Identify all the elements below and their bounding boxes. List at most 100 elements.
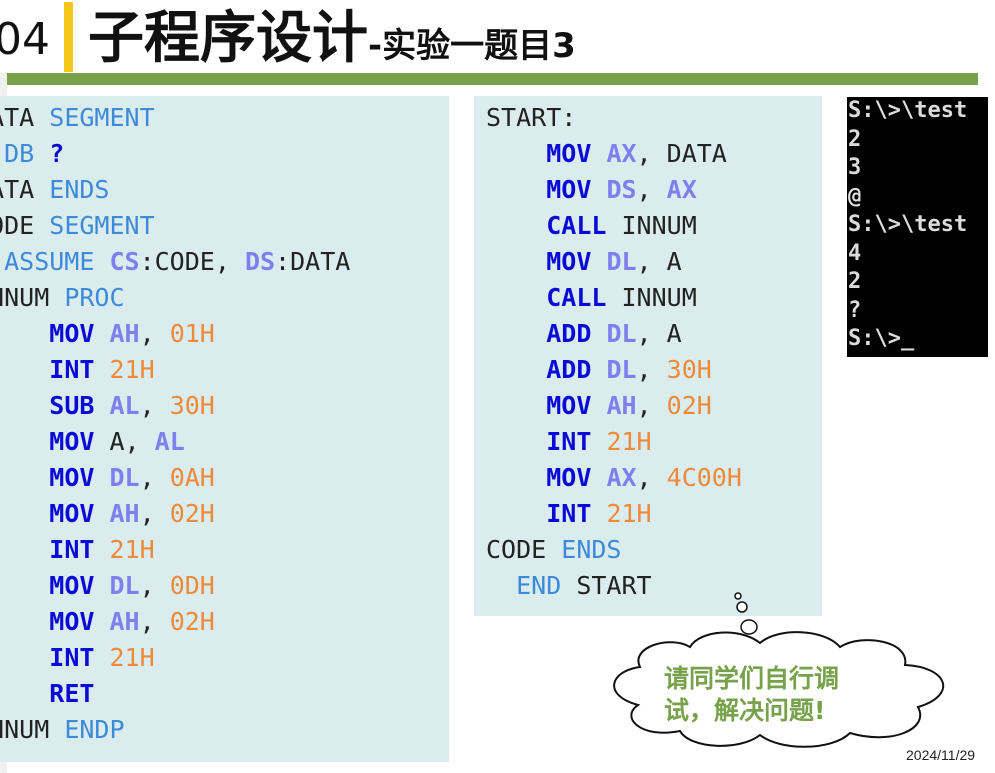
code-token: DL bbox=[109, 463, 140, 492]
code-token: AL bbox=[109, 391, 140, 420]
code-token: , bbox=[636, 391, 667, 420]
code-token: INNUM bbox=[621, 283, 697, 312]
code-token: MOV bbox=[546, 139, 607, 168]
code-token: MOV bbox=[49, 463, 110, 492]
code-token: CALL bbox=[546, 283, 622, 312]
code-token: MOV bbox=[49, 571, 110, 600]
code-line: MOV DL, 0DH bbox=[0, 568, 350, 604]
code-line: MOV DS, AX bbox=[486, 172, 742, 208]
terminal-line: 3 bbox=[848, 155, 862, 180]
code-token: MOV bbox=[49, 319, 110, 348]
code-line: INNUM PROC bbox=[0, 280, 350, 316]
code-token: INT bbox=[49, 643, 110, 672]
code-panel-left: DATA SEGMENTA DB ?DATA ENDSCODE SEGMENT … bbox=[0, 96, 449, 762]
code-token: , bbox=[139, 571, 170, 600]
code-token: :CODE, bbox=[139, 247, 245, 276]
code-token: , A bbox=[636, 319, 682, 348]
code-token: , bbox=[139, 499, 170, 528]
code-token: MOV bbox=[49, 499, 110, 528]
code-token: 02H bbox=[169, 499, 215, 528]
code-panel-right: START: MOV AX, DATA MOV DS, AX CALL INNU… bbox=[474, 96, 822, 616]
code-token: AH bbox=[109, 499, 140, 528]
code-line: MOV AH, 02H bbox=[0, 604, 350, 640]
code-token: DL bbox=[606, 319, 637, 348]
code-line: ADD DL, A bbox=[486, 316, 742, 352]
code-token: 21H bbox=[606, 499, 652, 528]
code-line: MOV AH, 02H bbox=[0, 496, 350, 532]
code-line: INT 21H bbox=[486, 496, 742, 532]
code-line: MOV AH, 02H bbox=[486, 388, 742, 424]
code-token: 02H bbox=[666, 391, 712, 420]
terminal-line: 2 bbox=[848, 269, 862, 294]
code-token: DS bbox=[244, 247, 276, 276]
title-subtitle: -实验一题目3 bbox=[368, 26, 576, 66]
terminal-output: S:\>\test 2 3 @ S:\>\test 4 2? S:\>_ bbox=[847, 97, 988, 357]
code-token: ADD bbox=[546, 355, 607, 384]
code-token: 01H bbox=[169, 319, 215, 348]
code-line: CALL INNUM bbox=[486, 280, 742, 316]
code-token: INNUM bbox=[0, 715, 50, 744]
code-token: ENDP bbox=[64, 715, 125, 744]
code-token: END bbox=[516, 571, 577, 600]
code-token: AX bbox=[606, 139, 637, 168]
code-token: DATA bbox=[0, 103, 35, 132]
code-token: ADD bbox=[546, 319, 607, 348]
code-token: ? bbox=[49, 139, 65, 168]
code-token: ENDS bbox=[561, 535, 622, 564]
code-token: , bbox=[139, 607, 170, 636]
code-token: PROC bbox=[64, 283, 125, 312]
code-line: ASSUME CS:CODE, DS:DATA bbox=[0, 244, 350, 280]
code-token: AH bbox=[109, 607, 140, 636]
code-line: INT 21H bbox=[486, 424, 742, 460]
code-line: INT 21H bbox=[0, 532, 350, 568]
code-token: MOV bbox=[546, 463, 607, 492]
code-line: MOV AH, 01H bbox=[0, 316, 350, 352]
code-token: SEGMENT bbox=[49, 103, 155, 132]
code-line: ADD DL, 30H bbox=[486, 352, 742, 388]
code-token: , bbox=[636, 355, 667, 384]
code-token: , bbox=[636, 175, 667, 204]
title-underline-bar bbox=[7, 73, 978, 85]
code-line: INNUM ENDP bbox=[0, 712, 350, 748]
code-line: DATA SEGMENT bbox=[0, 100, 350, 136]
code-line: CALL INNUM bbox=[486, 208, 742, 244]
code-token: CALL bbox=[546, 211, 622, 240]
code-token: CODE bbox=[0, 211, 35, 240]
code-token: AH bbox=[606, 391, 637, 420]
code-token: AX bbox=[606, 463, 637, 492]
code-token: INT bbox=[49, 355, 110, 384]
code-line: INT 21H bbox=[0, 640, 350, 676]
code-token: , A bbox=[636, 247, 682, 276]
slide-date: 2024/11/29 bbox=[906, 747, 976, 763]
code-block-left: DATA SEGMENTA DB ?DATA ENDSCODE SEGMENT … bbox=[0, 100, 350, 748]
code-token: 02H bbox=[169, 607, 215, 636]
code-token: MOV bbox=[546, 175, 607, 204]
slide-number: 04 bbox=[0, 14, 50, 65]
code-token: START: bbox=[486, 103, 577, 132]
code-token: 21H bbox=[606, 427, 652, 456]
code-line: RET bbox=[0, 676, 350, 712]
code-token: , bbox=[139, 391, 170, 420]
terminal-line: ? bbox=[848, 297, 862, 323]
code-token: 21H bbox=[109, 643, 155, 672]
code-token: INNUM bbox=[0, 283, 50, 312]
terminal-line: S:\>\test bbox=[848, 212, 968, 237]
code-token: AX bbox=[666, 175, 697, 204]
code-token: DL bbox=[109, 571, 140, 600]
code-token: , DATA bbox=[636, 139, 727, 168]
code-token: MOV bbox=[546, 247, 607, 276]
code-token: :DATA bbox=[275, 247, 351, 276]
